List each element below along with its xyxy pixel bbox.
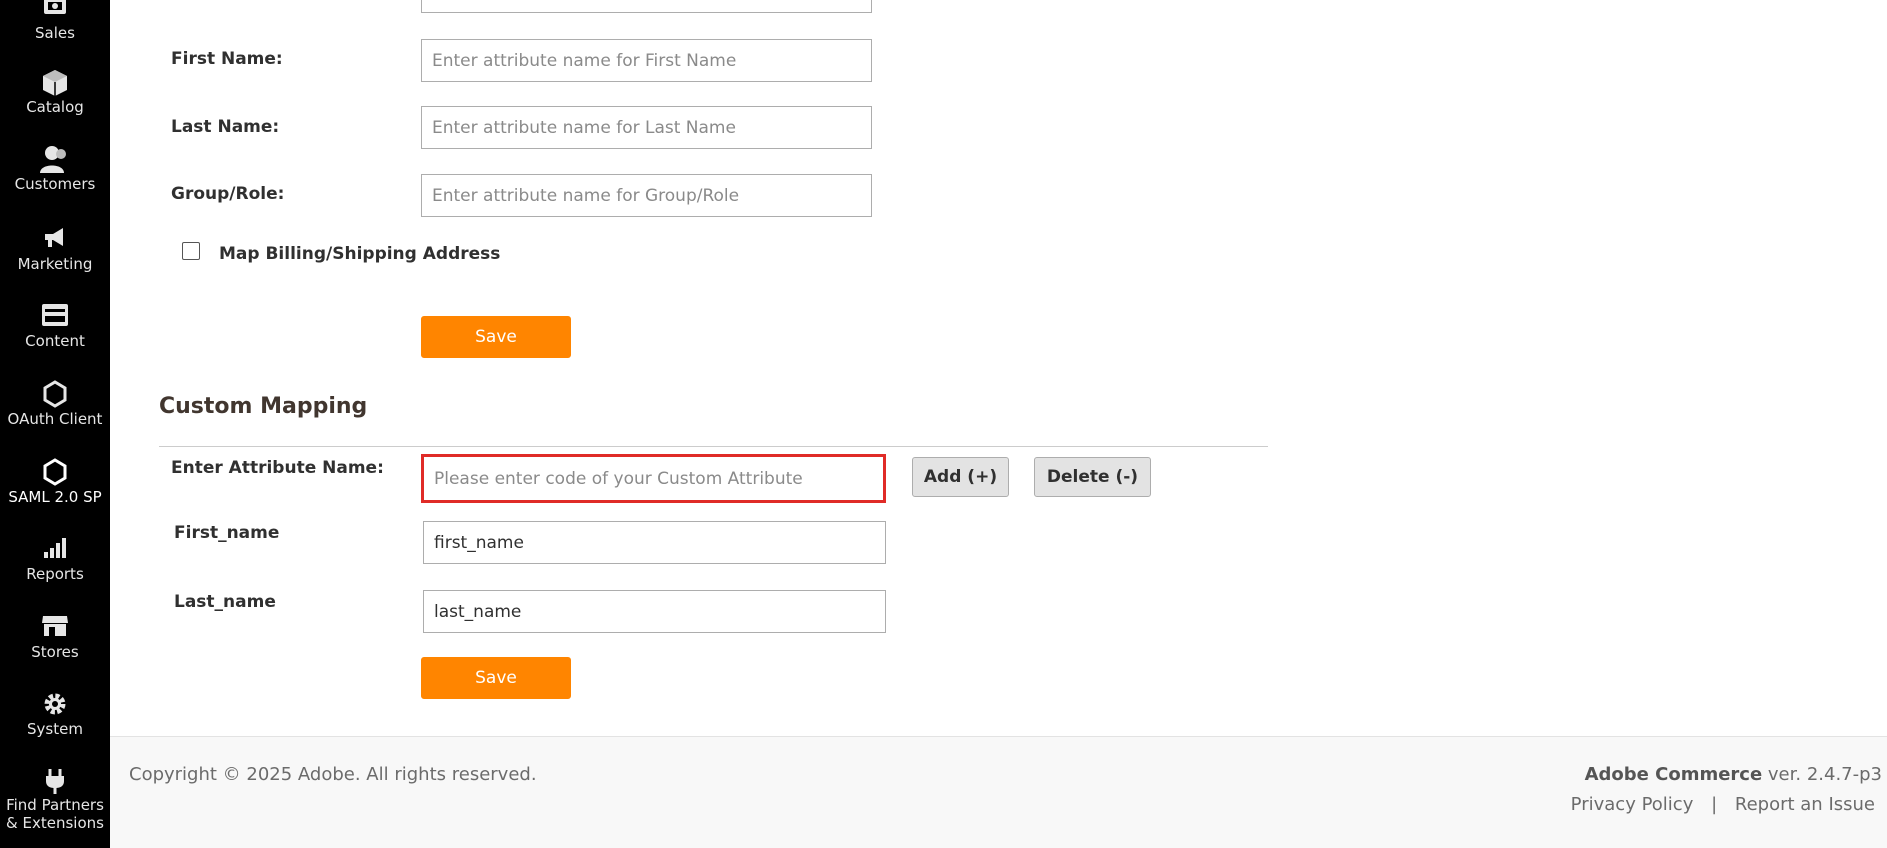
sidebar-item-label: OAuth Client: [7, 410, 103, 428]
sidebar-item-customers[interactable]: Customers: [0, 145, 110, 193]
sidebar-item-label: Stores: [31, 643, 79, 661]
delete-attribute-button[interactable]: Delete (-): [1034, 457, 1151, 497]
sidebar-item-label: Customers: [14, 175, 96, 193]
page-footer: Copyright © 2025 Adobe. All rights reser…: [110, 736, 1887, 848]
sidebar-item-label: System: [27, 720, 83, 738]
hexagon-icon: [0, 458, 110, 488]
partial-input-field[interactable]: [421, 0, 872, 13]
custom-mapping-title: Custom Mapping: [159, 394, 368, 419]
group-role-attribute-input[interactable]: [421, 174, 872, 217]
customers-icon: [0, 145, 110, 175]
section-divider: [159, 446, 1268, 447]
group-role-label: Group/Role:: [171, 184, 285, 204]
privacy-policy-link[interactable]: Privacy Policy: [1571, 794, 1694, 815]
sidebar-item-saml-sp[interactable]: SAML 2.0 SP: [0, 458, 110, 506]
stores-icon: [0, 613, 110, 643]
copyright-text: Copyright © 2025 Adobe. All rights reser…: [129, 764, 537, 785]
custom-attribute-input[interactable]: [421, 454, 886, 503]
version-text: ver. 2.4.7-p3: [1767, 764, 1882, 785]
sidebar-item-system[interactable]: System: [0, 690, 110, 738]
sidebar-item-stores[interactable]: Stores: [0, 613, 110, 661]
product-name: Adobe Commerce: [1584, 764, 1763, 785]
sidebar-item-label: SAML 2.0 SP: [8, 488, 102, 506]
custom-row-first-name-label: First_name: [174, 523, 280, 543]
custom-row-first-name-input[interactable]: [423, 521, 886, 564]
version-info: Adobe Commerce ver. 2.4.7-p3: [1585, 764, 1882, 785]
content-icon: [0, 302, 110, 332]
last-name-attribute-input[interactable]: [421, 106, 872, 149]
sidebar-item-catalog[interactable]: Catalog: [0, 68, 110, 116]
sidebar-item-label: Reports: [26, 565, 84, 583]
custom-row-last-name-input[interactable]: [423, 590, 886, 633]
sidebar-item-find-partners[interactable]: Find Partners & Extensions: [0, 766, 110, 832]
map-address-label: Map Billing/Shipping Address: [219, 244, 501, 264]
sidebar-item-label: Content: [25, 332, 85, 350]
admin-sidebar: Sales Catalog Customers Marketing Conten…: [0, 0, 110, 848]
map-address-checkbox[interactable]: [182, 242, 200, 260]
link-separator: |: [1711, 794, 1718, 815]
save-custom-mapping-button[interactable]: Save: [421, 657, 571, 699]
marketing-icon: [0, 225, 110, 255]
sidebar-item-label: Marketing: [17, 255, 93, 273]
catalog-icon: [0, 68, 110, 98]
plug-icon: [0, 766, 110, 796]
main-content: First Name: Last Name: Group/Role: Map B…: [110, 0, 1887, 736]
custom-attribute-label: Enter Attribute Name:: [171, 458, 384, 478]
sidebar-item-content[interactable]: Content: [0, 302, 110, 350]
sidebar-item-oauth-client[interactable]: OAuth Client: [0, 380, 110, 428]
gear-icon: [0, 690, 110, 720]
hexagon-icon: [0, 380, 110, 410]
first-name-attribute-input[interactable]: [421, 39, 872, 82]
first-name-label: First Name:: [171, 49, 283, 69]
add-attribute-button[interactable]: Add (+): [912, 457, 1009, 497]
sidebar-item-label: Sales: [35, 24, 75, 42]
report-issue-link[interactable]: Report an Issue: [1735, 794, 1875, 815]
sidebar-item-reports[interactable]: Reports: [0, 535, 110, 583]
reports-icon: [0, 535, 110, 565]
sidebar-item-label: Find Partners & Extensions: [6, 796, 104, 832]
save-attribute-mapping-button[interactable]: Save: [421, 316, 571, 358]
sidebar-item-marketing[interactable]: Marketing: [0, 225, 110, 273]
sidebar-item-sales[interactable]: Sales: [0, 0, 110, 42]
last-name-label: Last Name:: [171, 117, 280, 137]
sales-icon: [0, 0, 110, 24]
sidebar-item-label: Catalog: [26, 98, 84, 116]
footer-links: Privacy Policy | Report an Issue: [1571, 794, 1875, 815]
custom-row-last-name-label: Last_name: [174, 592, 276, 612]
